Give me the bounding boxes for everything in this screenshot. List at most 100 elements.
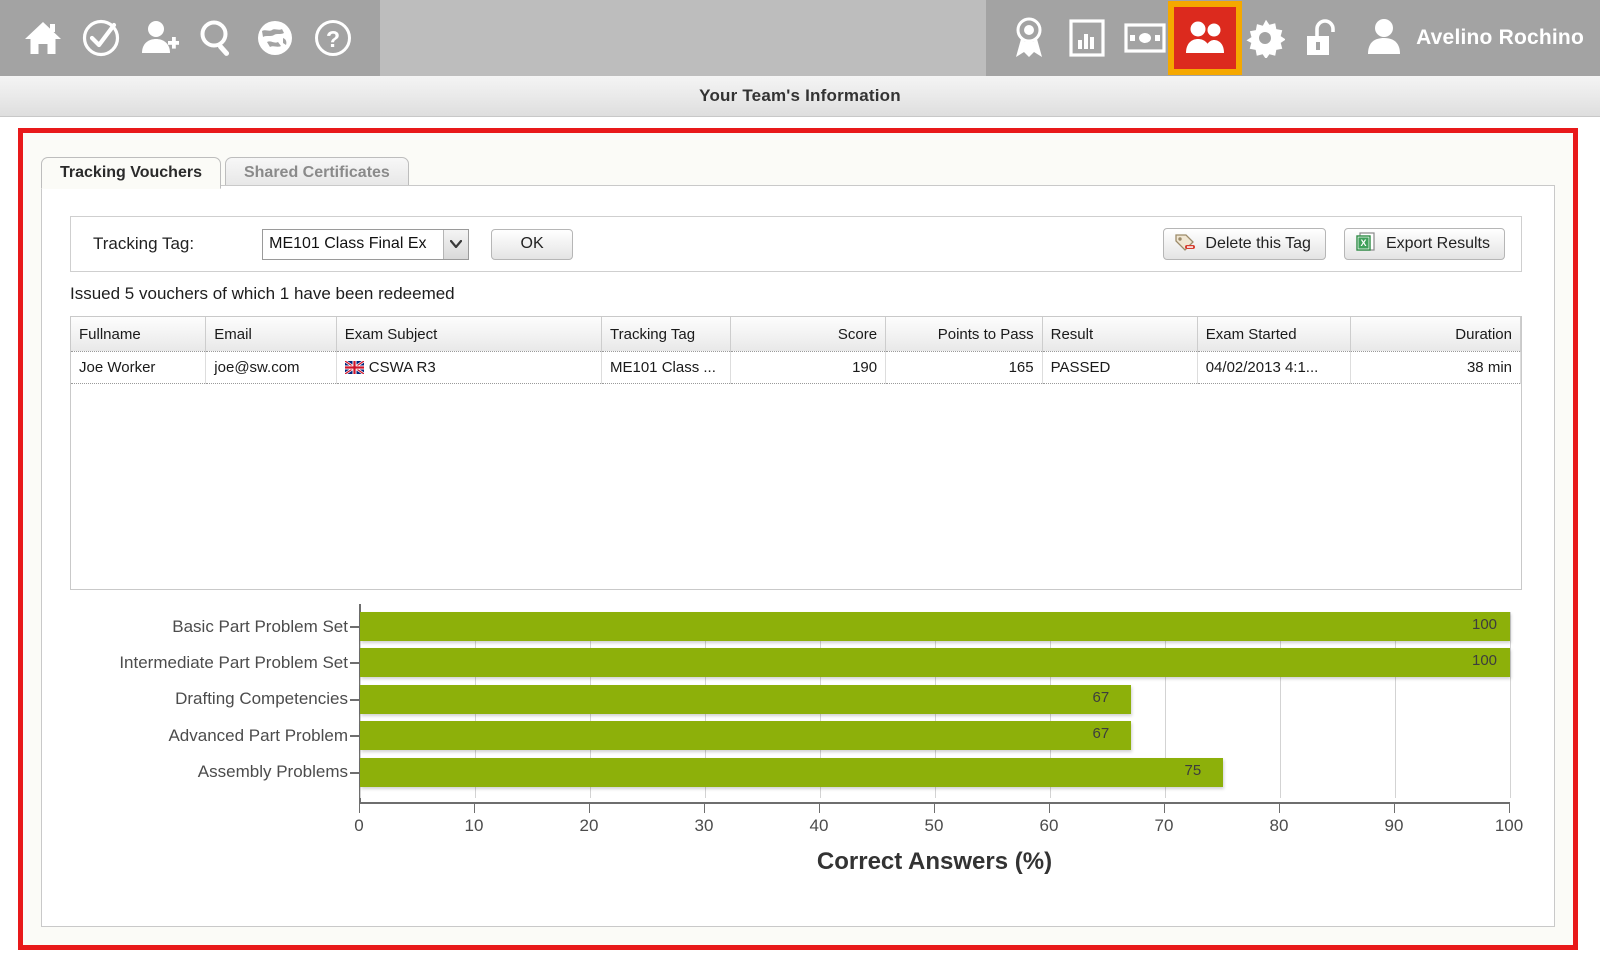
column-header-exam-started[interactable]: Exam Started xyxy=(1197,317,1351,352)
chart-x-tick xyxy=(359,804,360,813)
svg-text:X: X xyxy=(1360,238,1366,248)
chart-bar-row: 75 xyxy=(360,758,1510,787)
tag-delete-icon xyxy=(1174,232,1196,257)
home-icon[interactable] xyxy=(14,9,72,67)
chart-bar-value-label: 100 xyxy=(1472,616,1497,633)
export-results-button[interactable]: X Export Results xyxy=(1344,228,1505,260)
column-header-score[interactable]: Score xyxy=(731,317,886,352)
chart-y-tick xyxy=(350,772,359,774)
check-circle-icon[interactable] xyxy=(72,9,130,67)
chart-x-tick xyxy=(589,804,590,813)
chart-y-labels: Basic Part Problem SetIntermediate Part … xyxy=(70,612,348,794)
chart-axis-label: Correct Answers (%) xyxy=(359,848,1510,876)
chart-x-tick-label: 90 xyxy=(1385,816,1404,836)
cell-exam-started: 04/02/2013 4:1... xyxy=(1197,352,1351,384)
cell-result: PASSED xyxy=(1042,352,1197,384)
chart-bars: 100 100 67 67 75 xyxy=(360,612,1510,798)
page-title-bar: Your Team's Information xyxy=(0,76,1600,117)
correct-answers-chart: Basic Part Problem SetIntermediate Part … xyxy=(70,604,1522,904)
cell-duration: 38 min xyxy=(1351,352,1521,384)
column-header-tracking-tag[interactable]: Tracking Tag xyxy=(602,317,731,352)
results-table-container: Fullname Email Exam Subject Tracking Tag… xyxy=(70,316,1522,590)
chart-y-tick xyxy=(350,699,359,701)
chart-x-tick xyxy=(819,804,820,813)
excel-export-icon: X xyxy=(1355,231,1377,258)
cell-tracking-tag: ME101 Class ... xyxy=(602,352,731,384)
chart-y-tick xyxy=(350,626,359,628)
globe-icon[interactable] xyxy=(246,9,304,67)
chart-x-tick xyxy=(1509,804,1510,813)
ok-button-label: OK xyxy=(521,235,544,253)
tracking-tag-label: Tracking Tag: xyxy=(93,234,194,254)
chart-bar-value-label: 67 xyxy=(1093,725,1110,742)
column-header-duration[interactable]: Duration xyxy=(1351,317,1521,352)
gear-icon[interactable] xyxy=(1236,9,1294,67)
ok-button[interactable]: OK xyxy=(491,229,573,260)
uk-flag-icon xyxy=(345,361,364,374)
highlight-frame: Tracking Vouchers Shared Certificates Tr… xyxy=(18,128,1578,950)
chart-x-tick xyxy=(1279,804,1280,813)
table-header-row: Fullname Email Exam Subject Tracking Tag… xyxy=(71,317,1521,352)
tab-tracking-vouchers[interactable]: Tracking Vouchers xyxy=(41,157,221,189)
cell-exam-subject: CSWA R3 xyxy=(336,352,601,384)
bar-chart-icon[interactable] xyxy=(1058,9,1116,67)
user-menu[interactable]: Avelino Rochino xyxy=(1352,17,1594,60)
toolbar-spacer xyxy=(380,0,986,76)
chart-plot-area: 100 100 67 67 75 xyxy=(360,612,1510,798)
award-medal-icon[interactable] xyxy=(1000,9,1058,67)
team-icon[interactable] xyxy=(1174,7,1236,69)
chart-bar xyxy=(360,648,1510,677)
search-icon[interactable] xyxy=(188,9,246,67)
tab-bar: Tracking Vouchers Shared Certificates xyxy=(41,153,413,189)
chart-y-tick xyxy=(350,735,359,737)
page-title: Your Team's Information xyxy=(699,86,901,106)
chart-bar-value-label: 67 xyxy=(1093,689,1110,706)
tracking-tag-select[interactable]: ME101 Class Final Ex xyxy=(262,229,469,260)
column-header-fullname[interactable]: Fullname xyxy=(71,317,206,352)
delete-tag-button-label: Delete this Tag xyxy=(1205,235,1311,253)
user-name-label: Avelino Rochino xyxy=(1416,26,1584,50)
column-header-points-to-pass[interactable]: Points to Pass xyxy=(886,317,1043,352)
tab-content-panel: Tracking Tag: ME101 Class Final Ex OK De… xyxy=(41,185,1555,927)
voucher-summary-text: Issued 5 vouchers of which 1 have been r… xyxy=(70,284,455,304)
table-row[interactable]: Joe Worker joe@sw.com CSWA R3 ME101 Clas… xyxy=(71,352,1521,384)
export-results-button-label: Export Results xyxy=(1386,235,1490,253)
chart-bar-value-label: 75 xyxy=(1185,762,1202,779)
tab-tracking-vouchers-label: Tracking Vouchers xyxy=(60,164,202,182)
svg-text:?: ? xyxy=(326,26,340,52)
chart-y-tick-label: Advanced Part Problem xyxy=(70,721,348,750)
cell-points-to-pass: 165 xyxy=(886,352,1043,384)
chart-x-tick-label: 40 xyxy=(810,816,829,836)
column-header-result[interactable]: Result xyxy=(1042,317,1197,352)
voucher-icon[interactable] xyxy=(1116,9,1174,67)
chart-x-tick-label: 30 xyxy=(695,816,714,836)
chart-y-tick-label: Assembly Problems xyxy=(70,758,348,787)
chart-bar-row: 100 xyxy=(360,648,1510,677)
chart-x-tick-label: 60 xyxy=(1040,816,1059,836)
cell-fullname: Joe Worker xyxy=(71,352,206,384)
avatar xyxy=(1366,17,1402,60)
top-toolbar: ? Avelino Rochino xyxy=(0,0,1600,76)
unlock-icon[interactable] xyxy=(1294,9,1352,67)
toolbar-left-group: ? xyxy=(0,0,380,76)
cell-exam-subject-label: CSWA R3 xyxy=(369,359,436,376)
chart-x-tick-label: 20 xyxy=(580,816,599,836)
chart-x-tick xyxy=(1394,804,1395,813)
chart-bar-value-label: 100 xyxy=(1472,652,1497,669)
chart-x-tick-label: 50 xyxy=(925,816,944,836)
chart-gridline xyxy=(1510,612,1511,798)
tab-shared-certificates-label: Shared Certificates xyxy=(244,164,390,182)
results-table: Fullname Email Exam Subject Tracking Tag… xyxy=(71,317,1521,384)
chart-x-tick xyxy=(1049,804,1050,813)
column-header-exam-subject[interactable]: Exam Subject xyxy=(336,317,601,352)
help-icon[interactable]: ? xyxy=(304,9,362,67)
column-header-email[interactable]: Email xyxy=(206,317,336,352)
cell-score: 190 xyxy=(731,352,886,384)
chart-bar-row: 67 xyxy=(360,685,1510,714)
cell-email: joe@sw.com xyxy=(206,352,336,384)
chart-x-tick-label: 10 xyxy=(465,816,484,836)
chart-y-tick-label: Drafting Competencies xyxy=(70,685,348,714)
chart-x-tick-label: 0 xyxy=(354,816,363,836)
add-user-icon[interactable] xyxy=(130,9,188,67)
delete-tag-button[interactable]: Delete this Tag xyxy=(1163,228,1326,260)
